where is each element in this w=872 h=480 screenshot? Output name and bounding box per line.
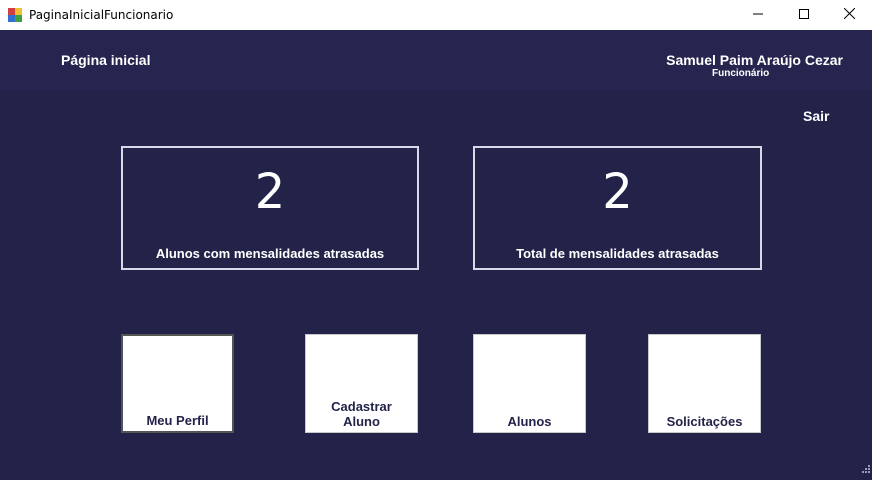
stat-card-total-overdue: 2 Total de mensalidades atrasadas [473, 146, 762, 270]
main-panel: Sair 2 Alunos com mensalidades atrasadas… [0, 90, 872, 480]
stat-card-students-overdue: 2 Alunos com mensalidades atrasadas [121, 146, 419, 270]
page-title: Página inicial [61, 52, 151, 68]
user-role: Funcionário [712, 68, 770, 79]
maximize-button[interactable] [781, 0, 827, 30]
maximize-icon [799, 6, 809, 24]
app-form-icon [8, 8, 22, 22]
close-icon [843, 6, 855, 24]
tile-label: Alunos [507, 414, 552, 429]
minimize-button[interactable] [735, 0, 781, 30]
user-name: Samuel Paim Araújo Cezar [666, 52, 843, 68]
stat-label: Alunos com mensalidades atrasadas [155, 246, 385, 261]
window-title: PaginaInicialFuncionario [29, 8, 174, 22]
register-student-button[interactable]: Cadastrar Aluno [305, 334, 418, 433]
stat-value: 2 [602, 164, 633, 220]
close-button[interactable] [826, 0, 872, 30]
header-bar: Página inicial Samuel Paim Araújo Cezar … [0, 30, 872, 90]
logout-button[interactable]: Sair [803, 108, 829, 124]
stat-value: 2 [254, 164, 286, 220]
stat-label: Total de mensalidades atrasadas [516, 246, 719, 261]
requests-button[interactable]: Solicitações [648, 334, 761, 433]
students-button[interactable]: Alunos [473, 334, 586, 433]
tile-label: Meu Perfil [146, 413, 209, 428]
tile-label: Solicitações [666, 414, 743, 429]
tile-label: Cadastrar Aluno [331, 399, 392, 429]
minimize-icon [753, 6, 763, 24]
window-titlebar: PaginaInicialFuncionario [0, 0, 872, 30]
resize-grip-icon[interactable] [860, 460, 870, 478]
my-profile-button[interactable]: Meu Perfil [121, 334, 234, 433]
